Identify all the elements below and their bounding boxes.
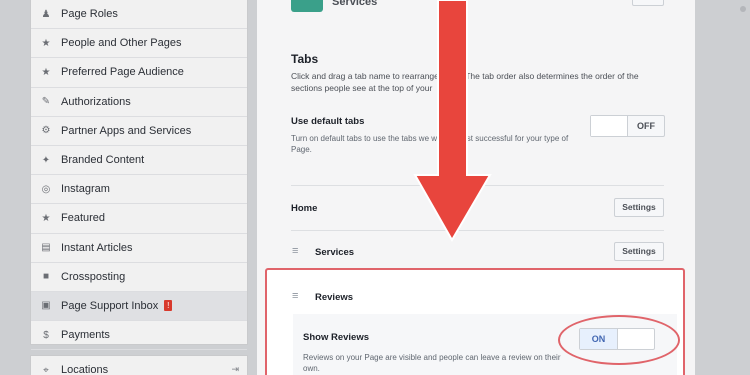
sidebar-item-featured[interactable]: ★ Featured [31, 204, 247, 234]
services-tile-icon [291, 0, 323, 12]
toggle-track [591, 116, 628, 136]
drag-handle-icon[interactable]: ≡ [292, 245, 298, 257]
toggle-on-label: ON [580, 329, 618, 349]
show-reviews-toggle[interactable]: ON [579, 328, 655, 350]
instagram-icon: ◎ [41, 183, 51, 195]
sidebar-item-preferred-page-audience[interactable]: ★ Preferred Page Audience [31, 58, 247, 88]
home-settings-button[interactable]: Settings [614, 198, 664, 217]
sidebar-item-label: Partner Apps and Services [61, 124, 192, 137]
sidebar-item-label: Page Roles [61, 8, 118, 21]
services-heading: Services [332, 0, 378, 8]
person-icon: ♟ [41, 8, 51, 20]
tab-row-reviews-label: Reviews [315, 292, 354, 303]
sidebar-item-label: Locations [61, 364, 109, 375]
sidebar-item-label: Featured [61, 212, 106, 225]
sidebar-item-people-and-other-pages[interactable]: ★ People and Other Pages [31, 29, 247, 59]
star-icon: ★ [41, 212, 51, 224]
export-icon[interactable]: ⇥ [231, 364, 239, 375]
video-icon: ■ [42, 271, 50, 283]
wrench-icon: ✎ [41, 96, 51, 108]
sidebar-item-instagram[interactable]: ◎ Instagram [31, 175, 247, 205]
sidebar-item-crossposting[interactable]: ■ Crossposting [31, 263, 247, 292]
dollar-icon: $ [43, 329, 49, 341]
sidebar-item-branded-content[interactable]: ✦ Branded Content [31, 146, 247, 176]
toggle-track [618, 329, 654, 349]
annotation-down-arrow-icon [413, 0, 492, 243]
sidebar-item-label: Page Support Inbox [61, 299, 159, 312]
sidebar-item-label: Payments [61, 329, 110, 342]
sidebar-item-label: People and Other Pages [61, 37, 182, 50]
toggle-off-label: OFF [637, 121, 655, 131]
article-icon: ▤ [41, 242, 51, 254]
sidebar-item-label: Crossposting [61, 270, 126, 283]
location-pin-icon: ⌖ [43, 364, 49, 375]
use-default-tabs-title: Use default tabs [291, 116, 365, 127]
sidebar-item-label: Authorizations [61, 95, 131, 108]
scroll-indicator [740, 6, 746, 12]
show-reviews-description: Reviews on your Page are visible and peo… [303, 353, 561, 373]
reviews-tab-row: ≡ Reviews Show Reviews Reviews on your P… [265, 268, 685, 375]
sidebar-item-locations[interactable]: ⌖ Locations [31, 356, 247, 375]
gear-icon: ⚙ [41, 125, 51, 137]
services-button[interactable] [632, 0, 664, 6]
sidebar-item-page-roles[interactable]: ♟ Page Roles [31, 0, 247, 30]
sidebar-item-page-support-inbox[interactable]: ▣ Page Support Inbox! [31, 291, 247, 322]
notification-badge: ! [164, 300, 173, 312]
show-reviews-title: Show Reviews [303, 332, 369, 343]
settings-sidebar: ♟ Page Roles ★ People and Other Pages ★ Prefe… [30, 0, 248, 351]
sidebar-item-authorizations[interactable]: ✎ Authorizations [31, 88, 247, 117]
tab-row-home-label: Home [291, 203, 318, 214]
default-tabs-toggle[interactable]: OFF [590, 115, 665, 137]
sidebar-item-partner-apps-and-services[interactable]: ⚙ Partner Apps and Services [31, 117, 247, 146]
tab-row-services-label: Services [315, 247, 355, 258]
services-settings-button[interactable]: Settings [614, 242, 664, 261]
sidebar-item-label: Preferred Page Audience [61, 66, 184, 79]
sidebar-item-payments[interactable]: $ Payments [31, 321, 247, 351]
handshake-icon: ✦ [41, 154, 51, 166]
sidebar-item-instant-articles[interactable]: ▤ Instant Articles [31, 234, 247, 263]
settings-sidebar-secondary: ⌖ Locations ⇥ [30, 355, 248, 375]
show-reviews-section: Show Reviews Reviews on your Page are vi… [293, 314, 680, 375]
sidebar-item-label: Instagram [61, 183, 110, 196]
sidebar-item-label: Branded Content [61, 154, 145, 167]
drag-handle-icon[interactable]: ≡ [292, 290, 298, 302]
people-star-icon: ★ [41, 66, 51, 78]
sidebar-item-label: Instant Articles [61, 241, 133, 254]
inbox-icon: ▣ [41, 300, 51, 312]
tabs-heading: Tabs [291, 52, 319, 66]
people-star-icon: ★ [41, 37, 51, 49]
